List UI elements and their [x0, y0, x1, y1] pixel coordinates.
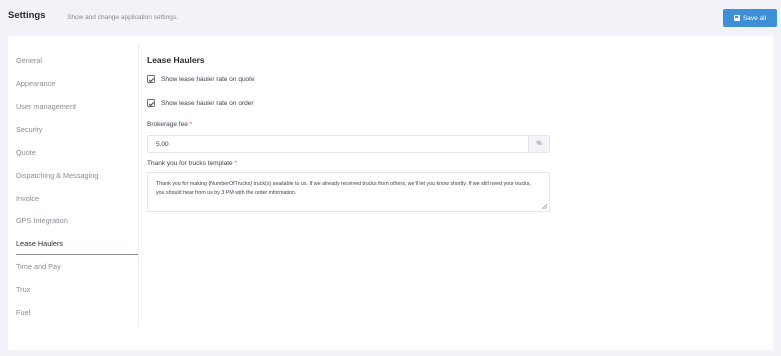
- sidebar-item-quote[interactable]: Quote: [16, 142, 138, 162]
- save-all-button[interactable]: Save all: [723, 9, 777, 27]
- sidebar-item-lease-haulers[interactable]: Lease Haulers: [16, 233, 138, 255]
- page-header: Settings Show and change application set…: [0, 0, 781, 36]
- sidebar-item-general[interactable]: General: [16, 50, 138, 70]
- template-label-text: Thank you for trucks template: [147, 160, 233, 167]
- lease-rate-quote-row: Show lease hauler rate on quote: [147, 74, 255, 84]
- page-subtitle: Show and change application settings.: [67, 14, 178, 21]
- sidebar-item-invoice[interactable]: Invoice: [16, 188, 138, 208]
- brokerage-fee-label: Brokerage fee *: [147, 121, 192, 128]
- sidebar-item-trux[interactable]: Trux: [16, 279, 138, 299]
- save-icon: [733, 15, 740, 21]
- lease-rate-quote-label: Show lease hauler rate on quote: [161, 75, 255, 83]
- template-label: Thank you for trucks template *: [147, 160, 237, 167]
- lease-rate-order-row: Show lease hauler rate on order: [147, 98, 254, 108]
- thank-you-template-textarea[interactable]: Thank you for making {NumberOfTrucks} tr…: [147, 172, 550, 212]
- brokerage-fee-input[interactable]: 5.00: [147, 135, 528, 153]
- resize-handle-icon[interactable]: [542, 204, 547, 209]
- save-all-label: Save all: [742, 14, 767, 22]
- percent-suffix: %: [528, 135, 550, 153]
- settings-sidebar: General Appearance User management Secur…: [8, 44, 139, 326]
- brokerage-fee-group: 5.00 %: [147, 135, 550, 153]
- sidebar-item-appearance[interactable]: Appearance: [16, 73, 138, 93]
- sidebar-item-security[interactable]: Security: [16, 119, 138, 139]
- sidebar-item-dispatching-messaging[interactable]: Dispatching & Messaging: [16, 165, 138, 185]
- required-marker: *: [234, 160, 237, 167]
- lease-rate-quote-checkbox[interactable]: [147, 75, 155, 83]
- lease-rate-order-checkbox[interactable]: [147, 99, 155, 107]
- section-title: Lease Haulers: [147, 55, 205, 65]
- sidebar-item-fuel[interactable]: Fuel: [16, 302, 138, 322]
- page-title: Settings: [8, 10, 46, 21]
- brokerage-fee-label-text: Brokerage fee: [147, 121, 188, 128]
- template-text: Thank you for making {NumberOfTrucks} tr…: [156, 181, 531, 196]
- settings-panel: General Appearance User management Secur…: [8, 36, 773, 350]
- sidebar-item-gps-integration[interactable]: GPS Integration: [16, 210, 138, 230]
- required-marker: *: [189, 121, 193, 128]
- sidebar-item-user-management[interactable]: User management: [16, 96, 138, 116]
- sidebar-item-time-and-pay[interactable]: Time and Pay: [16, 256, 138, 276]
- lease-rate-order-label: Show lease hauler rate on order: [161, 99, 254, 107]
